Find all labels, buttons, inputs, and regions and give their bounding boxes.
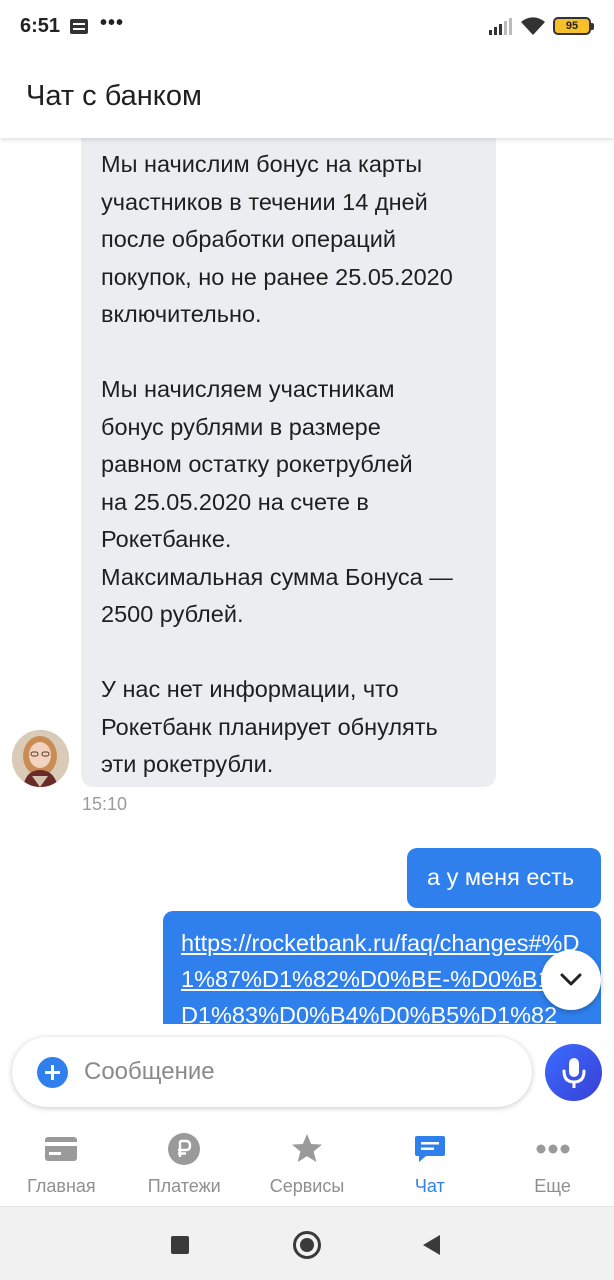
nav-item-more[interactable]: Еще	[491, 1122, 614, 1206]
microphone-icon	[562, 1057, 585, 1088]
add-attachment-button[interactable]	[37, 1057, 68, 1088]
notification-dots: •••	[100, 12, 125, 34]
nav-label-services: Сервисы	[269, 1176, 345, 1196]
operator-avatar-icon	[12, 730, 69, 787]
user-message-text: а у меня есть	[427, 864, 575, 890]
nav-label-chat: Чат	[414, 1176, 445, 1196]
signal-icon	[489, 18, 512, 35]
chevron-down-icon	[560, 973, 582, 986]
user-message-bubble: а у меня есть	[407, 848, 601, 908]
message-time: 15:10	[82, 794, 128, 814]
mic-button[interactable]	[545, 1044, 602, 1101]
message-link[interactable]: https://rocketbank.ru/faq/changes#%D1%87…	[181, 925, 583, 1024]
bank-message-bubble: Мы начислим бонус на карты участников в …	[81, 138, 496, 787]
card-icon	[44, 1132, 78, 1166]
home-icon[interactable]	[293, 1231, 321, 1259]
avatar[interactable]	[12, 730, 69, 787]
star-icon	[290, 1132, 324, 1166]
nav-item-main[interactable]: Главная	[0, 1122, 123, 1206]
bank-message-text: Мы начислим бонус на карты участников в …	[101, 151, 453, 777]
document-icon	[70, 19, 88, 34]
system-nav-bar	[0, 1206, 614, 1280]
bottom-nav: Главная Платежи Сервисы Чат Еще	[0, 1122, 614, 1206]
nav-item-chat[interactable]: Чат	[368, 1122, 491, 1206]
battery-icon: 95	[553, 17, 594, 35]
nav-label-payments: Платежи	[147, 1176, 221, 1196]
message-input[interactable]	[84, 1051, 504, 1093]
ruble-icon	[167, 1132, 201, 1166]
status-bar: 6:51 ••• 95	[0, 0, 614, 54]
scroll-down-button[interactable]	[541, 950, 601, 1010]
message-composer	[12, 1037, 532, 1107]
wifi-icon	[521, 17, 545, 35]
chat-icon	[413, 1132, 447, 1166]
nav-item-services[interactable]: Сервисы	[246, 1122, 369, 1206]
recents-icon[interactable]	[171, 1236, 189, 1254]
nav-item-payments[interactable]: Платежи	[123, 1122, 246, 1206]
back-icon[interactable]	[423, 1235, 440, 1255]
status-time: 6:51	[20, 15, 61, 37]
app-header: Чат с банком	[0, 54, 614, 138]
user-link-bubble: https://rocketbank.ru/faq/changes#%D1%87…	[163, 911, 601, 1024]
page-title: Чат с банком	[26, 80, 202, 112]
more-dots-icon	[536, 1132, 570, 1166]
nav-label-main: Главная	[27, 1176, 96, 1196]
nav-label-more: Еще	[534, 1176, 571, 1196]
chat-area[interactable]: Мы начислим бонус на карты участников в …	[0, 138, 614, 1024]
